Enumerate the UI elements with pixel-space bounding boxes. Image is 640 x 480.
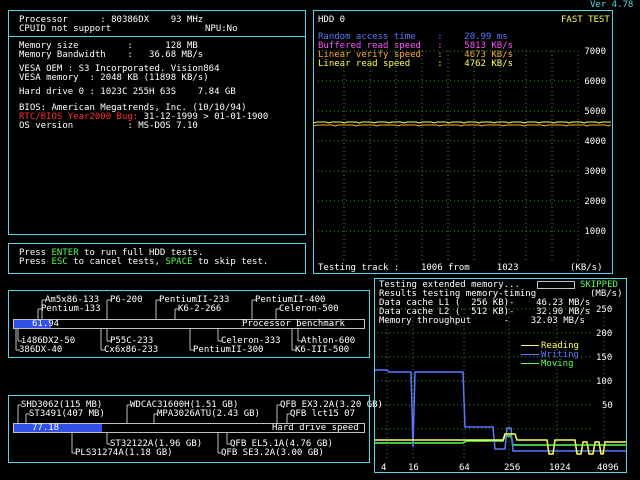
- reference-label: Cx6x86-233: [104, 345, 159, 355]
- mem-ytick: 150: [596, 353, 613, 363]
- space-key[interactable]: SPACE: [165, 257, 192, 267]
- system-info-panel: Processor : 80386DX 93 MHz CPUID not sup…: [8, 10, 306, 235]
- reference-label: K6-2-266: [178, 304, 222, 314]
- mem-xtick: 256: [504, 463, 521, 473]
- hdd-benchmark-label: Hard drive speed: [272, 423, 359, 433]
- os-version-line: OS version : MS-DOS 7.10: [19, 121, 198, 131]
- legend-writing-swatch: [521, 354, 539, 355]
- npu-line: NPU:No: [205, 24, 238, 34]
- hdd-speed-graph: 7000 6000 5000 4000 3000 2000 1000: [314, 47, 612, 261]
- mem-ytick: 250: [596, 305, 613, 315]
- reference-label: MPA3026ATU(2.43 GB): [157, 409, 260, 419]
- mem-ytick: 50: [602, 401, 613, 411]
- reference-label: K6-III-500: [295, 345, 350, 355]
- legend-moving-swatch: [521, 363, 539, 364]
- reference-label: ST3491(407 MB): [29, 409, 105, 419]
- instruction-line-2: Press ESC to cancel tests, SPACE to skip…: [19, 257, 269, 267]
- divider: [9, 36, 305, 37]
- processor-benchmark-bar: 61.94 Processor benchmark: [13, 319, 365, 329]
- reference-label: QFB SE3.2A(3.00 GB): [221, 448, 324, 458]
- mem-ytick: 200: [596, 329, 613, 339]
- processor-benchmark-value: 61.94: [32, 319, 60, 329]
- hdd-ytick: 2000: [584, 197, 606, 207]
- reference-label: 386DX-40: [19, 345, 63, 355]
- testing-track-line: Testing track : 1006 from 1023: [318, 263, 519, 273]
- hdd-benchmark-value: 77.18: [32, 423, 60, 433]
- legend-moving: Moving: [541, 359, 574, 369]
- linear-read-curve: [314, 121, 611, 124]
- reference-label: PLS31274A(1.18 GB): [75, 448, 173, 458]
- hdd-ytick: 1000: [584, 227, 606, 237]
- hdd-ytick: 6000: [584, 77, 606, 87]
- processor-benchmark-panel: 61.94 Processor benchmark Am5x86-133 P6-2…: [8, 290, 370, 358]
- cpuid-line: CPUID not support: [19, 24, 112, 34]
- hdd-benchmark-bar: 77.18 Hard drive speed: [13, 423, 365, 433]
- writing-curve: [375, 369, 626, 452]
- reference-label: PentiumII-300: [193, 345, 264, 355]
- version-label: Ver 4.78: [590, 0, 634, 10]
- processor-benchmark-label: Processor benchmark: [242, 319, 345, 329]
- mem-ytick: 100: [596, 377, 613, 387]
- hdd-ytick: 5000: [584, 107, 606, 117]
- legend-reading-swatch: [521, 345, 539, 346]
- vesa-memory-line: VESA memory : 2048 KB (11898 KB/s): [19, 73, 209, 83]
- reference-label: QFB lct15 07: [290, 409, 356, 419]
- hdd-unit: (KB/s): [570, 263, 603, 273]
- mem-xtick: 4: [381, 463, 387, 473]
- reference-label: Celeron-500: [279, 304, 339, 314]
- mem-xtick: 1024: [549, 463, 571, 473]
- instructions-panel: Press ENTER to run full HDD tests. Press…: [8, 243, 306, 274]
- hdd-ytick: 3000: [584, 167, 606, 177]
- mem-xtick: 64: [459, 463, 470, 473]
- hdd-benchmark-panel: 77.18 Hard drive speed SHD3062(115 MB) WD…: [8, 395, 383, 463]
- memory-bandwidth-line: Memory Bandwidth : 36.68 MB/s: [19, 50, 204, 60]
- reference-label: Pentium-133: [41, 304, 101, 314]
- hdd-test-panel: HDD 0 FAST TEST Random access time : 20.…: [313, 10, 613, 274]
- memory-test-panel: Testing extended memory... SKIPPED Resul…: [374, 278, 627, 473]
- memory-timing-graph: [375, 308, 626, 459]
- mem-xtick: 4096: [597, 463, 619, 473]
- hard-drive-line: Hard drive 0 : 1023C 255H 63S 7.84 GB: [19, 87, 236, 97]
- reference-label: P6-200: [110, 295, 143, 305]
- hdd-ytick: 7000: [584, 47, 606, 57]
- mem-xtick: 16: [408, 463, 419, 473]
- linear-verify-curve: [314, 124, 612, 127]
- esc-key[interactable]: ESC: [52, 257, 68, 267]
- hdd-ytick: 4000: [584, 137, 606, 147]
